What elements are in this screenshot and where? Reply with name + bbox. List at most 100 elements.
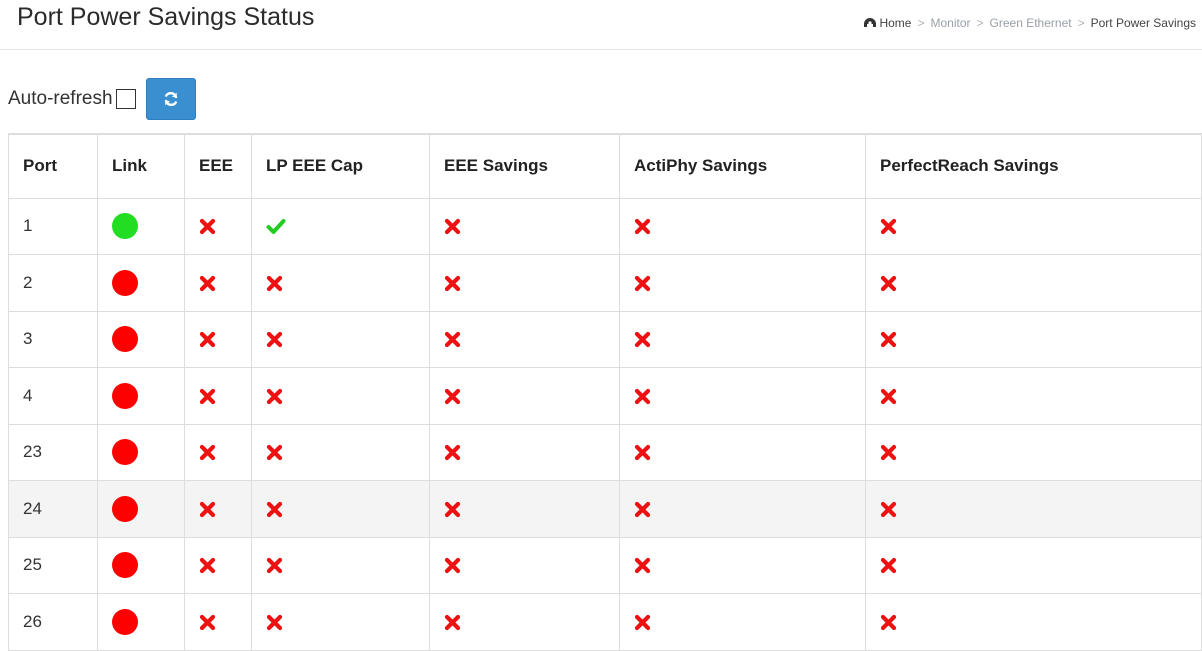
refresh-button[interactable]	[145, 78, 196, 120]
column-header-actiphy-savings: ActiPhy Savings	[619, 133, 866, 199]
cross-icon	[634, 275, 651, 291]
table-row: 1	[8, 197, 1202, 255]
cross-icon	[199, 501, 216, 517]
eee-savings-cell	[429, 480, 620, 538]
table-row: 23	[8, 423, 1202, 481]
auto-refresh-checkbox[interactable]	[115, 89, 136, 109]
actiphy-savings-cell	[619, 593, 866, 651]
link-cell	[97, 593, 185, 651]
lp-eee-cap-cell	[251, 367, 430, 425]
cross-icon	[444, 219, 461, 235]
link-cell	[97, 367, 185, 425]
eee-savings-cell	[429, 310, 620, 368]
eee-savings-cell	[429, 536, 620, 594]
cross-icon	[444, 614, 461, 630]
eee-cell	[184, 367, 252, 425]
cross-icon	[880, 501, 897, 517]
breadcrumb-home[interactable]: Home	[879, 16, 911, 30]
port-savings-table: Port Link EEE LP EEE Cap EEE Savings ActiPhy …	[8, 133, 1202, 651]
breadcrumb-monitor[interactable]: Monitor	[931, 16, 971, 30]
eee-cell	[184, 536, 252, 594]
port-cell: 1	[8, 197, 98, 255]
cross-icon	[199, 219, 216, 235]
column-header-link: Link	[97, 133, 185, 199]
cross-icon	[880, 445, 897, 461]
link-up-icon	[112, 213, 138, 240]
link-down-icon	[112, 552, 138, 579]
perfectreach-savings-cell	[865, 367, 1202, 425]
perfectreach-savings-cell	[865, 254, 1202, 312]
eee-savings-cell	[429, 367, 620, 425]
lp-eee-cap-cell	[251, 310, 430, 368]
table-row: 25	[8, 536, 1202, 594]
port-cell: 2	[8, 254, 98, 312]
cross-icon	[199, 558, 216, 574]
cross-icon	[266, 388, 283, 404]
link-cell	[97, 254, 185, 312]
cross-icon	[880, 558, 897, 574]
auto-refresh-label: Auto-refresh	[8, 88, 113, 109]
actiphy-savings-cell	[619, 480, 866, 538]
eee-cell	[184, 254, 252, 312]
cross-icon	[444, 332, 461, 348]
lp-eee-cap-cell	[251, 480, 430, 538]
column-header-lp-eee-cap: LP EEE Cap	[251, 133, 430, 199]
port-cell: 23	[8, 423, 98, 481]
column-header-eee: EEE	[184, 133, 252, 199]
eee-cell	[184, 480, 252, 538]
cross-icon	[634, 501, 651, 517]
link-down-icon	[112, 326, 138, 353]
cross-icon	[199, 388, 216, 404]
cross-icon	[444, 445, 461, 461]
link-cell	[97, 536, 185, 594]
lp-eee-cap-cell	[251, 536, 430, 594]
breadcrumb: Home > Monitor > Green Ethernet > Port P…	[863, 16, 1196, 30]
breadcrumb-separator: >	[976, 16, 984, 30]
eee-cell	[184, 593, 252, 651]
port-cell: 3	[8, 310, 98, 368]
port-cell: 25	[8, 536, 98, 594]
perfectreach-savings-cell	[865, 536, 1202, 594]
cross-icon	[199, 445, 216, 461]
table-row: 4	[8, 367, 1202, 425]
eee-cell	[184, 423, 252, 481]
cross-icon	[444, 275, 461, 291]
cross-icon	[634, 558, 651, 574]
link-cell	[97, 197, 185, 255]
cross-icon	[266, 445, 283, 461]
cross-icon	[199, 614, 216, 630]
eee-savings-cell	[429, 423, 620, 481]
breadcrumb-current: Port Power Savings	[1090, 16, 1196, 30]
cross-icon	[266, 558, 283, 574]
check-icon	[266, 219, 286, 235]
lp-eee-cap-cell	[251, 423, 430, 481]
refresh-icon	[164, 91, 177, 107]
port-savings-table-container: Port Link EEE LP EEE Cap EEE Savings ActiPhy …	[8, 133, 1202, 651]
link-cell	[97, 423, 185, 481]
perfectreach-savings-cell	[865, 310, 1202, 368]
table-body: 1 2 3 4 23 24 25 26	[8, 197, 1202, 651]
actiphy-savings-cell	[619, 423, 866, 481]
cross-icon	[444, 388, 461, 404]
toolbar: Auto-refresh	[8, 78, 196, 120]
cross-icon	[266, 332, 283, 348]
cross-icon	[634, 445, 651, 461]
breadcrumb-green-ethernet[interactable]: Green Ethernet	[990, 16, 1072, 30]
link-down-icon	[112, 608, 138, 635]
cross-icon	[444, 558, 461, 574]
cross-icon	[880, 219, 897, 235]
table-header-row: Port Link EEE LP EEE Cap EEE Savings ActiPhy …	[8, 133, 1202, 199]
eee-cell	[184, 310, 252, 368]
actiphy-savings-cell	[619, 197, 866, 255]
column-header-perfectreach-savings: PerfectReach Savings	[865, 133, 1202, 199]
cross-icon	[634, 332, 651, 348]
cross-icon	[199, 332, 216, 348]
cross-icon	[634, 219, 651, 235]
eee-savings-cell	[429, 254, 620, 312]
breadcrumb-separator: >	[917, 16, 925, 30]
link-down-icon	[112, 495, 138, 522]
eee-savings-cell	[429, 593, 620, 651]
eee-savings-cell	[429, 197, 620, 255]
cross-icon	[880, 275, 897, 291]
page-header: Port Power Savings Status Home > Monitor…	[0, 0, 1202, 50]
